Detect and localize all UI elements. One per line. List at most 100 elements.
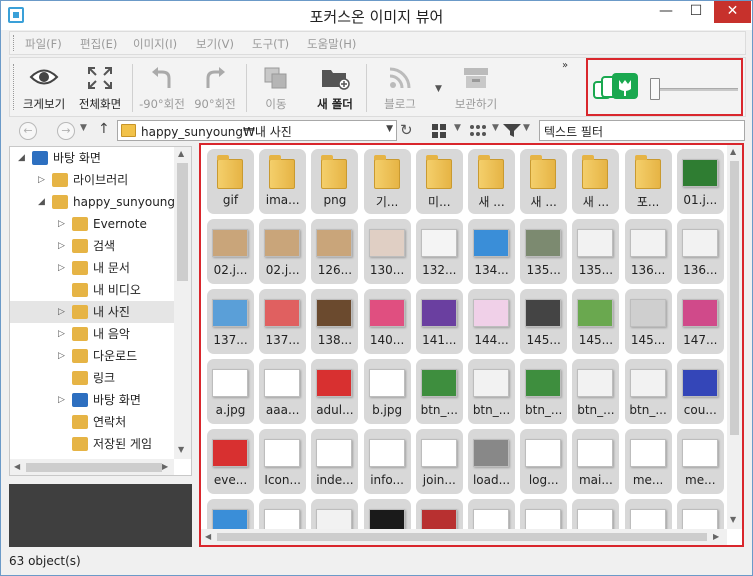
image-thumbnail[interactable]: 147... [676,289,724,354]
image-thumbnail[interactable]: 136... [676,219,724,284]
image-thumbnail[interactable]: 136... [624,219,672,284]
grid-horizontal-scrollbar[interactable]: ◀ ▶ [201,529,727,545]
tree-item[interactable]: ▷ 검색 [10,235,174,257]
tree-item[interactable]: ▷ 내 음악 [10,323,174,345]
expand-icon[interactable]: ▷ [58,323,65,345]
scroll-down-icon[interactable]: ▼ [730,515,736,524]
tree-item[interactable]: ◢ 바탕 화면 [10,147,174,169]
image-thumbnail[interactable]: 137... [207,289,254,354]
image-thumbnail[interactable]: btn_... [624,359,672,424]
expand-icon[interactable]: ▷ [58,235,65,257]
menu-file[interactable]: 파일(F) [25,36,62,52]
expand-icon[interactable]: ▷ [58,213,65,235]
image-thumbnail[interactable]: mai... [572,429,620,494]
image-thumbnail[interactable]: 02.j... [207,219,254,284]
image-thumbnail[interactable]: log... [520,429,568,494]
scroll-right-icon[interactable]: ▶ [162,462,168,471]
history-dropdown-icon[interactable]: ▼ [80,123,87,133]
folder-thumbnail[interactable]: ima... [259,149,307,214]
address-bar[interactable]: happy_sunyoung₩내 사진 ▼ [117,120,397,141]
tree-vertical-scrollbar[interactable]: ▲ ▼ [174,147,191,459]
tree-item[interactable]: ▷ 다운로드 [10,345,174,367]
grid-scroll-thumb[interactable] [730,161,739,435]
move-button[interactable]: 이동 [254,60,298,116]
menu-grip[interactable] [13,35,16,51]
image-thumbnail[interactable]: aaa... [259,359,307,424]
image-thumbnail[interactable]: a.jpg [207,359,254,424]
folder-thumbnail[interactable]: 미... [415,149,463,214]
folder-thumbnail[interactable]: 새 ... [572,149,620,214]
image-thumbnail[interactable]: adul... [311,359,359,424]
sort-dropdown-icon[interactable]: ▼ [492,123,499,133]
image-thumbnail[interactable]: 140... [363,289,411,354]
back-button[interactable]: ← [19,122,37,140]
image-thumbnail[interactable]: 145... [520,289,568,354]
image-thumbnail[interactable]: join... [415,429,463,494]
tree-hscroll-thumb[interactable] [26,463,162,472]
image-thumbnail[interactable]: me... [624,429,672,494]
image-thumbnail[interactable]: 01.j... [676,149,724,214]
tree-item[interactable]: 저장된 게임 [10,433,174,455]
thumbnail-size-icon[interactable] [592,72,644,105]
toolbar-overflow-button[interactable]: » [562,60,568,71]
thumbnail-size-slider-track[interactable] [650,88,738,91]
zoom-view-button[interactable]: 크게보기 [18,60,70,116]
tree-item[interactable]: 링크 [10,367,174,389]
close-button[interactable]: ✕ [714,1,751,23]
folder-thumbnail[interactable]: png [311,149,359,214]
forward-button[interactable]: → [57,122,75,140]
image-thumbnail[interactable]: eve... [207,429,254,494]
rotate-right-button[interactable]: 90°회전 [190,60,240,116]
collapse-icon[interactable]: ◢ [18,147,25,169]
expand-icon[interactable]: ▷ [58,389,65,411]
view-mode-dropdown-icon[interactable]: ▼ [454,123,461,133]
folder-thumbnail[interactable]: 기... [363,149,411,214]
scroll-left-icon[interactable]: ◀ [205,532,211,541]
image-thumbnail[interactable]: me... [676,429,724,494]
image-thumbnail[interactable]: 132... [415,219,463,284]
folder-thumbnail[interactable]: gif [207,149,254,214]
menu-help[interactable]: 도움말(H) [307,36,356,52]
tree-item[interactable]: ◢ happy_sunyoung [10,191,175,213]
tree-item[interactable]: ▷ 라이브러리 [10,169,174,191]
address-dropdown-icon[interactable]: ▼ [386,124,393,134]
image-thumbnail[interactable]: 144... [468,289,515,354]
image-thumbnail[interactable]: inde... [311,429,359,494]
filter-dropdown-icon[interactable]: ▼ [523,123,530,133]
image-thumbnail[interactable]: 135... [520,219,568,284]
tree-item[interactable]: ▷ 바탕 화면 [10,389,174,411]
image-thumbnail[interactable]: 138... [311,289,359,354]
image-thumbnail[interactable]: btn_... [468,359,515,424]
text-filter-input[interactable]: 텍스트 필터 [539,120,745,141]
scroll-left-icon[interactable]: ◀ [14,462,20,471]
image-thumbnail[interactable]: btn_... [572,359,620,424]
image-thumbnail[interactable]: 126... [311,219,359,284]
expand-icon[interactable]: ▷ [38,169,45,191]
scroll-down-icon[interactable]: ▼ [178,445,184,454]
tree-item[interactable]: 내 비디오 [10,279,174,301]
sort-icon[interactable] [469,124,493,138]
scroll-up-icon[interactable]: ▲ [178,149,184,158]
folder-thumbnail[interactable]: 새 ... [468,149,515,214]
filter-icon[interactable] [503,124,521,138]
menu-image[interactable]: 이미지(I) [133,36,177,52]
image-thumbnail[interactable]: 134... [468,219,515,284]
new-folder-button[interactable]: 새 폴더 [310,60,360,116]
scroll-up-icon[interactable]: ▲ [730,147,736,156]
tree-item[interactable]: ▷ 내 사진 [10,301,174,323]
blog-button[interactable]: 블로그 [378,60,422,116]
image-thumbnail[interactable]: 137... [259,289,307,354]
image-thumbnail[interactable]: 02.j... [259,219,307,284]
image-thumbnail[interactable]: 141... [415,289,463,354]
tree-scroll-thumb[interactable] [177,163,188,281]
menu-edit[interactable]: 편집(E) [80,36,117,52]
image-thumbnail[interactable]: b.jpg [363,359,411,424]
minimize-button[interactable]: — [651,1,681,23]
fullscreen-button[interactable]: 전체화면 [72,60,128,116]
image-thumbnail[interactable]: 135... [572,219,620,284]
image-thumbnail[interactable]: 145... [572,289,620,354]
maximize-button[interactable]: ☐ [681,1,711,23]
menu-tools[interactable]: 도구(T) [252,36,289,52]
thumbnail-size-slider-thumb[interactable] [650,78,660,100]
view-mode-icon[interactable] [432,124,446,138]
